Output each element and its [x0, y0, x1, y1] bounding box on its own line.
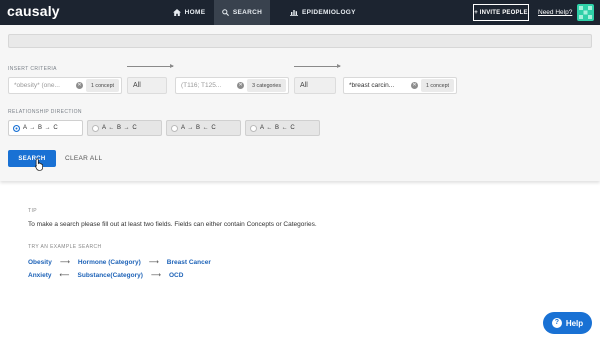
direction-option-label: A → B → C	[23, 125, 58, 131]
radio-icon[interactable]	[250, 124, 257, 132]
concept-badge: 1 concept	[421, 79, 454, 92]
clear-icon[interactable]: ✕	[411, 82, 419, 89]
radio-icon[interactable]	[171, 124, 178, 132]
example-separator: ⟵	[59, 272, 70, 279]
example-category-link[interactable]: Hormone (Category)	[78, 259, 141, 266]
criteria-field-b[interactable]: (T116; T125... ✕ 3 categories	[175, 77, 289, 94]
category-badge: 3 categories	[247, 79, 286, 92]
example-search-label: TRY AN EXAMPLE SEARCH	[28, 244, 102, 250]
example-separator: ⟶	[150, 272, 161, 279]
radio-selected-icon[interactable]	[13, 124, 20, 132]
direction-option-label: A ← B ← C	[260, 125, 295, 131]
direction-option-label: A ← B → C	[102, 125, 137, 131]
nav-home-label: HOME	[184, 9, 206, 16]
clear-icon[interactable]: ✕	[76, 82, 84, 89]
home-icon	[172, 9, 181, 16]
top-navigation: causaly HOME SEARCH EPIDEMIOLOGY + INVIT…	[0, 0, 600, 25]
need-help-link[interactable]: Need Help?	[538, 9, 572, 16]
nav-epidemiology-label: EPIDEMIOLOGY	[302, 9, 356, 16]
hand-cursor-icon	[35, 158, 43, 171]
direction-option-diverging[interactable]: A ← B → C	[87, 120, 162, 136]
clear-icon[interactable]: ✕	[237, 82, 245, 89]
criteria-field-a-text: *obesity* (one...	[14, 82, 60, 89]
criteria-field-a[interactable]: *obesity* (one... ✕ 1 concept	[8, 77, 122, 94]
insert-criteria-label: INSERT CRITERIA	[8, 66, 57, 72]
causaly-logo[interactable]: causaly	[7, 3, 60, 19]
query-preview-box[interactable]	[8, 34, 592, 48]
help-button[interactable]: ? Help	[543, 312, 592, 334]
criteria-field-b-text: (T116; T125...	[181, 82, 222, 89]
clear-all-button[interactable]: CLEAR ALL	[65, 155, 102, 162]
direction-option-label: A → B ← C	[181, 125, 216, 131]
relation-select-2[interactable]: All	[294, 77, 336, 94]
nav-search-label: SEARCH	[232, 9, 263, 16]
tip-label: TIP	[28, 208, 37, 214]
example-concept-link[interactable]: Anxiety	[28, 272, 51, 279]
avatar[interactable]	[577, 4, 594, 21]
direction-option-converging[interactable]: A → B ← C	[166, 120, 241, 136]
radio-icon[interactable]	[92, 124, 99, 132]
example-category-link[interactable]: Substance(Category)	[78, 272, 143, 279]
arrow-right-icon	[127, 64, 174, 68]
direction-option-backward[interactable]: A ← B ← C	[245, 120, 320, 136]
example-search-1[interactable]: Obesity ⟶ Hormone (Category) ⟶ Breast Ca…	[28, 258, 211, 267]
relation-select-1[interactable]: All	[127, 77, 167, 94]
example-concept-link[interactable]: Obesity	[28, 259, 52, 266]
nav-search[interactable]: SEARCH	[214, 0, 270, 25]
search-button[interactable]: SEARCH	[8, 150, 56, 167]
invite-people-button[interactable]: + INVITE PEOPLE	[473, 4, 529, 21]
example-separator: ⟶	[59, 259, 70, 266]
nav-epidemiology[interactable]: EPIDEMIOLOGY	[290, 0, 356, 25]
avatar-pattern-icon	[579, 6, 592, 19]
example-search-2[interactable]: Anxiety ⟵ Substance(Category) ⟶ OCD	[28, 271, 183, 280]
relationship-direction-label: RELATIONSHIP DIRECTION	[8, 109, 82, 115]
help-button-label: Help	[565, 318, 584, 328]
example-concept-link[interactable]: OCD	[169, 272, 183, 279]
question-icon: ?	[551, 318, 562, 328]
tip-text: To make a search please fill out at leas…	[28, 221, 317, 228]
example-concept-link[interactable]: Breast Cancer	[167, 259, 211, 266]
concept-badge: 1 concept	[86, 79, 119, 92]
example-separator: ⟶	[148, 259, 159, 266]
bar-chart-icon	[290, 10, 298, 16]
nav-home[interactable]: HOME	[164, 0, 214, 25]
direction-option-forward[interactable]: A → B → C	[8, 120, 83, 136]
arrow-right-icon	[294, 64, 341, 68]
search-icon	[222, 9, 229, 16]
criteria-field-c[interactable]: *breast carcin... ✕ 1 concept	[343, 77, 457, 94]
criteria-field-c-text: *breast carcin...	[349, 82, 395, 89]
